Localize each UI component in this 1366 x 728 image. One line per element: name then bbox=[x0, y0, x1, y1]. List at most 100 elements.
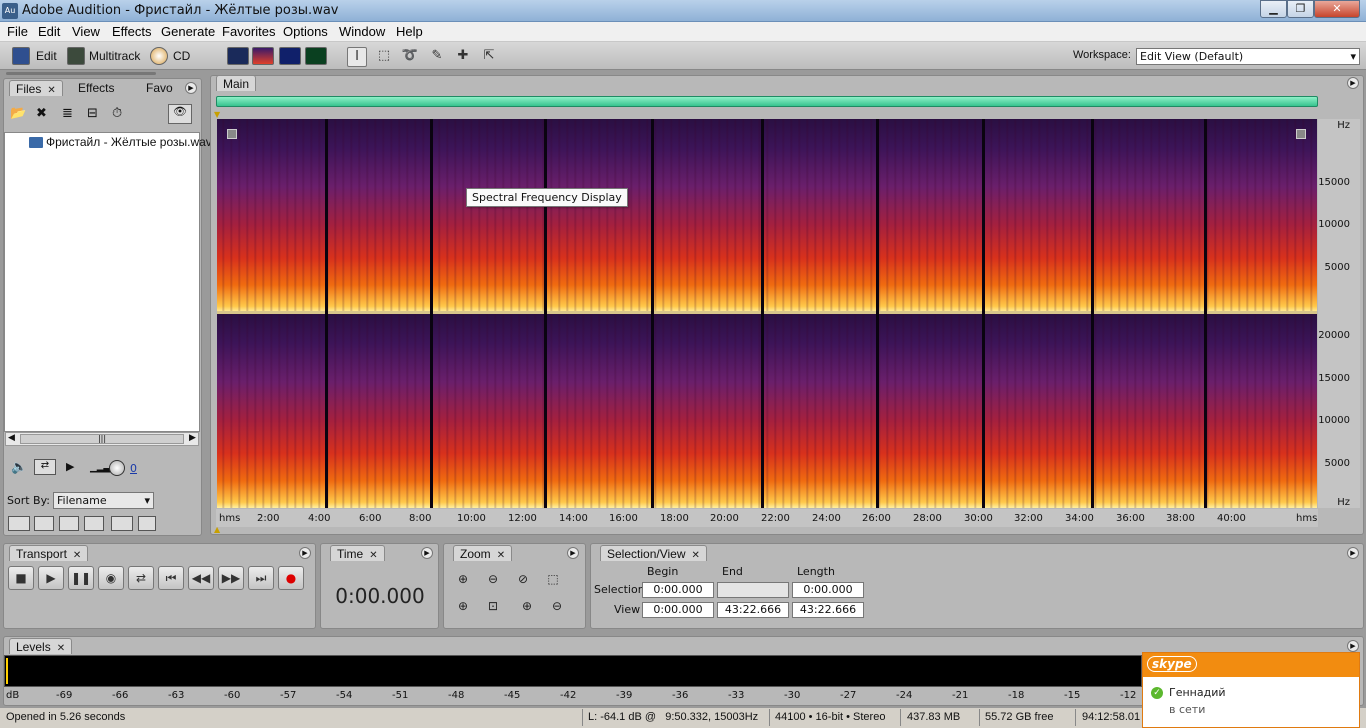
spectrogram-left-channel[interactable] bbox=[217, 119, 1317, 312]
spectral-pan-view-icon[interactable] bbox=[279, 47, 301, 65]
insert-icon[interactable]: ⊟ bbox=[87, 106, 105, 122]
panel-menu-icon[interactable]: ▶ bbox=[567, 547, 579, 559]
workspace-select[interactable]: Edit View (Default) ▾ bbox=[1136, 48, 1360, 65]
tab-time[interactable]: Time ✕ bbox=[330, 545, 385, 561]
selection-length-field[interactable]: 0:00.000 bbox=[792, 582, 864, 598]
show-options-icon[interactable]: 👁 bbox=[168, 104, 192, 124]
close-file-icon[interactable]: ✖ bbox=[36, 106, 54, 122]
maximize-button[interactable]: ❐ bbox=[1287, 0, 1314, 18]
sort-by-select[interactable]: Filename ▾ bbox=[53, 492, 154, 509]
menu-file[interactable]: File bbox=[7, 24, 28, 39]
close-icon[interactable]: ✕ bbox=[692, 550, 700, 561]
scroll-left-icon[interactable]: ◀ bbox=[8, 433, 15, 443]
volume-knob[interactable] bbox=[109, 460, 125, 476]
file-list-item[interactable]: Фристайл - Жёлтые розы.wav bbox=[46, 135, 212, 149]
view-length-field[interactable]: 43:22.666 bbox=[792, 602, 864, 618]
panel-menu-icon[interactable]: ▶ bbox=[299, 547, 311, 559]
show-midi-icon[interactable] bbox=[84, 516, 104, 531]
zoom-out-vertical-icon[interactable]: ⊖ bbox=[546, 596, 568, 616]
playhead-marker-icon[interactable]: ▲ bbox=[214, 525, 220, 534]
view-begin-field[interactable]: 0:00.000 bbox=[642, 602, 714, 618]
show-video-icon[interactable] bbox=[59, 516, 79, 531]
close-icon[interactable]: ✕ bbox=[57, 643, 65, 654]
panel-menu-icon[interactable]: ▶ bbox=[421, 547, 433, 559]
fast-forward-button[interactable]: ▶▶ bbox=[218, 566, 244, 590]
selection-end-field[interactable] bbox=[717, 582, 789, 598]
show-audio-icon[interactable] bbox=[8, 516, 30, 531]
close-icon[interactable]: ✕ bbox=[47, 85, 55, 96]
selection-begin-field[interactable]: 0:00.000 bbox=[642, 582, 714, 598]
menu-help[interactable]: Help bbox=[396, 24, 423, 39]
healing-tool-icon[interactable]: ✚ bbox=[453, 47, 473, 67]
zoom-navigator-bar[interactable] bbox=[216, 96, 1318, 107]
multitrack-label[interactable]: Multitrack bbox=[89, 49, 140, 63]
panel-menu-icon[interactable]: ▶ bbox=[1347, 640, 1359, 652]
zoom-out-full-icon[interactable]: ⊘ bbox=[512, 569, 534, 589]
zoom-in-horizontal-icon[interactable]: ⊕ bbox=[452, 569, 474, 589]
tab-zoom[interactable]: Zoom ✕ bbox=[453, 545, 513, 561]
tab-main[interactable]: Main bbox=[216, 75, 257, 91]
spectral-frequency-view-icon[interactable] bbox=[252, 47, 274, 65]
horizontal-scrollbar[interactable]: ◀ ||| ▶ bbox=[5, 432, 199, 446]
scrollbar-thumb[interactable]: ||| bbox=[20, 434, 184, 444]
close-icon[interactable]: ✕ bbox=[497, 550, 505, 561]
zoom-left-edge-icon[interactable]: ⊕ bbox=[452, 596, 474, 616]
brush-tool-icon[interactable]: ✎ bbox=[427, 47, 447, 67]
go-to-end-button[interactable]: ⏭ bbox=[248, 566, 274, 590]
menu-options[interactable]: Options bbox=[283, 24, 328, 39]
playhead-marker-icon[interactable]: ▼ bbox=[214, 110, 220, 119]
close-icon[interactable]: ✕ bbox=[369, 550, 377, 561]
autoplay-icon[interactable]: ⏱ bbox=[112, 106, 130, 122]
fade-out-handle[interactable] bbox=[1296, 129, 1306, 139]
open-file-icon[interactable]: 📂 bbox=[10, 106, 28, 122]
zoom-out-horizontal-icon[interactable]: ⊖ bbox=[482, 569, 504, 589]
tab-transport[interactable]: Transport ✕ bbox=[9, 545, 89, 561]
play-button[interactable]: ▶ bbox=[38, 566, 64, 590]
cue-icon[interactable] bbox=[138, 516, 156, 531]
play-preview-icon[interactable]: ▶ bbox=[66, 460, 74, 473]
tab-levels[interactable]: Levels ✕ bbox=[9, 638, 73, 654]
zoom-right-edge-icon[interactable]: ⊡ bbox=[482, 596, 504, 616]
edit-view-icon[interactable] bbox=[12, 47, 30, 65]
menu-window[interactable]: Window bbox=[339, 24, 385, 39]
close-button[interactable]: ✕ bbox=[1314, 0, 1360, 18]
rewind-button[interactable]: ◀◀ bbox=[188, 566, 214, 590]
scrub-tool-icon[interactable]: ⇱ bbox=[479, 47, 499, 67]
play-from-cursor-button[interactable]: ◉ bbox=[98, 566, 124, 590]
panel-menu-icon[interactable]: ▶ bbox=[1347, 547, 1359, 559]
cd-icon[interactable] bbox=[150, 47, 168, 65]
cd-label[interactable]: CD bbox=[173, 49, 190, 63]
tab-favorites[interactable]: Favo bbox=[140, 80, 179, 96]
marquee-tool-icon[interactable]: ⬚ bbox=[374, 47, 394, 67]
speaker-icon[interactable]: 🔈 bbox=[11, 460, 27, 475]
record-button[interactable]: ● bbox=[278, 566, 304, 590]
time-selection-tool-icon[interactable]: I bbox=[347, 47, 367, 67]
skype-notification[interactable]: skype ✓ Геннадий в сети bbox=[1142, 652, 1360, 728]
lasso-tool-icon[interactable]: ➰ bbox=[400, 47, 420, 67]
spectral-phase-view-icon[interactable] bbox=[305, 47, 327, 65]
menu-favorites[interactable]: Favorites bbox=[222, 24, 275, 39]
pause-button[interactable]: ❚❚ bbox=[68, 566, 94, 590]
panel-menu-icon[interactable]: ▶ bbox=[1347, 77, 1359, 89]
loop-play-button[interactable]: ⇄ bbox=[128, 566, 154, 590]
loop-icon[interactable]: ⇄ bbox=[34, 459, 56, 475]
show-loops-icon[interactable] bbox=[34, 516, 54, 531]
tab-effects[interactable]: Effects bbox=[72, 80, 120, 96]
tab-files[interactable]: Files ✕ bbox=[9, 80, 63, 96]
import-icon[interactable]: ≣ bbox=[62, 106, 80, 122]
filter-icon[interactable] bbox=[111, 516, 133, 531]
view-end-field[interactable]: 43:22.666 bbox=[717, 602, 789, 618]
waveform-view-icon[interactable] bbox=[227, 47, 249, 65]
scroll-right-icon[interactable]: ▶ bbox=[189, 433, 196, 443]
zoom-selection-icon[interactable]: ⬚ bbox=[542, 569, 564, 589]
menu-edit[interactable]: Edit bbox=[38, 24, 60, 39]
fade-in-handle[interactable] bbox=[227, 129, 237, 139]
edit-view-label[interactable]: Edit bbox=[36, 49, 57, 63]
multitrack-icon[interactable] bbox=[67, 47, 85, 65]
volume-value[interactable]: 0 bbox=[130, 462, 137, 475]
spectrogram-right-channel[interactable] bbox=[217, 314, 1317, 508]
minimize-button[interactable]: ▁ bbox=[1260, 0, 1287, 18]
panel-menu-icon[interactable]: ▶ bbox=[185, 82, 197, 94]
close-icon[interactable]: ✕ bbox=[73, 550, 81, 561]
tab-selection-view[interactable]: Selection/View ✕ bbox=[600, 545, 707, 561]
